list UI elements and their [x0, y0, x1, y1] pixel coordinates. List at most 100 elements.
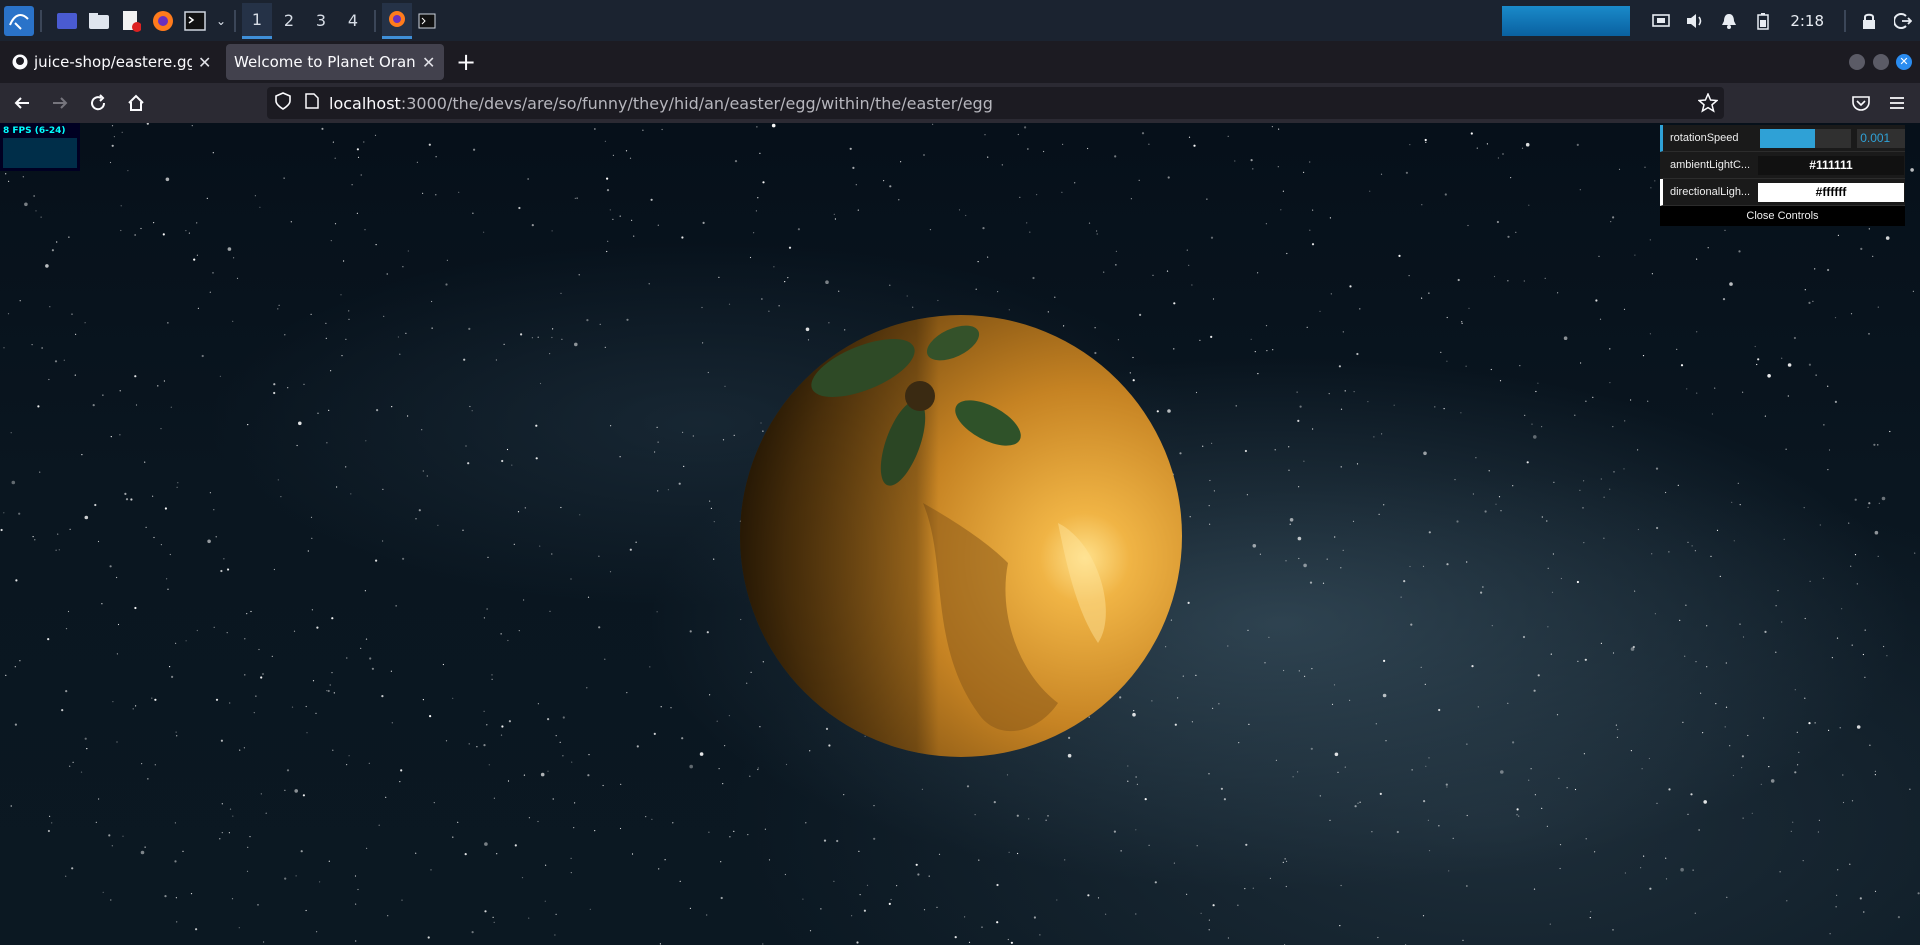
star — [1152, 274, 1154, 276]
star — [1008, 309, 1010, 311]
workspace-2[interactable]: 2 — [274, 3, 304, 39]
star — [1849, 863, 1851, 865]
star — [938, 853, 941, 855]
taskbar-terminal-window[interactable] — [412, 3, 442, 39]
volume-icon[interactable] — [1678, 0, 1712, 41]
star — [445, 740, 448, 742]
forward-button[interactable] — [42, 85, 78, 121]
star — [1148, 143, 1150, 145]
star — [336, 486, 338, 488]
star — [1558, 777, 1560, 780]
directional-light-color-input[interactable]: #ffffff — [1758, 182, 1904, 202]
chevron-down-icon[interactable]: ⌄ — [214, 8, 228, 34]
star — [3, 347, 5, 349]
new-tab-button[interactable]: + — [456, 48, 476, 76]
close-tab-icon[interactable]: ✕ — [422, 53, 435, 72]
star — [462, 529, 464, 531]
star — [778, 305, 780, 307]
kali-menu-icon[interactable] — [4, 5, 34, 36]
close-controls-button[interactable]: Close Controls — [1660, 206, 1905, 226]
ambient-light-color-input[interactable]: #111111 — [1758, 155, 1904, 175]
rotation-speed-slider[interactable] — [1759, 128, 1852, 148]
star — [57, 533, 59, 535]
bookmark-star-icon[interactable] — [1697, 92, 1719, 117]
star — [1851, 644, 1853, 646]
star — [48, 378, 50, 381]
star — [757, 197, 759, 199]
star — [109, 565, 112, 568]
firefox-icon[interactable] — [150, 8, 176, 34]
close-window-button[interactable]: ✕ — [1896, 54, 1912, 70]
star — [1026, 222, 1028, 224]
star — [1383, 504, 1385, 506]
lock-icon[interactable] — [1852, 0, 1886, 41]
star — [1877, 555, 1879, 557]
clock[interactable]: 2:18 — [1790, 12, 1824, 30]
notification-bell-icon[interactable] — [1712, 0, 1746, 41]
star — [1036, 194, 1038, 196]
reload-button[interactable] — [80, 85, 116, 121]
star — [531, 224, 534, 227]
star — [1775, 605, 1777, 607]
url-bar[interactable]: localhost:3000/the/devs/are/so/funny/the… — [267, 87, 1724, 119]
planet-orangeuz[interactable] — [738, 313, 1184, 759]
star — [1595, 299, 1598, 302]
terminal-icon[interactable] — [182, 8, 208, 34]
workspace-3[interactable]: 3 — [306, 3, 336, 39]
star — [1732, 774, 1734, 777]
workspace-1[interactable]: 1 — [242, 2, 272, 39]
back-button[interactable] — [4, 85, 40, 121]
show-desktop-icon[interactable] — [54, 8, 80, 34]
star — [325, 337, 327, 339]
star — [1803, 507, 1805, 509]
star — [196, 222, 198, 224]
star — [484, 910, 487, 913]
close-tab-icon[interactable]: ✕ — [198, 53, 211, 72]
tab-planet-orangeuz[interactable]: Welcome to Planet Orangeuz ✕ — [226, 44, 444, 80]
screen-icon[interactable] — [1644, 0, 1678, 41]
star — [1333, 684, 1336, 686]
star — [311, 609, 313, 611]
star — [415, 518, 417, 520]
star — [1127, 780, 1129, 782]
webgl-canvas[interactable]: 8 FPS (6-24) rotationSpeed 0.001 ambient… — [0, 123, 1920, 945]
fps-stats-panel[interactable]: 8 FPS (6-24) — [0, 123, 80, 171]
star — [1299, 405, 1302, 408]
page-info-icon[interactable] — [305, 93, 319, 113]
logout-icon[interactable] — [1886, 0, 1920, 41]
star — [838, 290, 840, 292]
tab-title: juice-shop/eastere.gg at — [34, 53, 192, 71]
home-button[interactable] — [118, 85, 154, 121]
star — [660, 706, 662, 708]
tab-github[interactable]: juice-shop/eastere.gg at ✕ — [4, 44, 222, 80]
battery-icon[interactable] — [1746, 0, 1780, 41]
pocket-button[interactable] — [1843, 85, 1879, 121]
minimize-window-button[interactable] — [1849, 54, 1865, 70]
workspace-4[interactable]: 4 — [338, 3, 368, 39]
rotation-speed-input[interactable]: 0.001 — [1857, 128, 1905, 148]
star — [47, 638, 50, 641]
star — [1541, 516, 1543, 518]
tab-title: Welcome to Planet Orangeuz — [234, 53, 416, 71]
menu-button[interactable] — [1879, 85, 1915, 121]
taskbar-firefox-window[interactable] — [382, 2, 412, 39]
file-manager-icon[interactable] — [86, 8, 112, 34]
star — [1349, 699, 1351, 702]
star — [468, 743, 470, 745]
star — [153, 536, 155, 539]
url-text[interactable]: localhost:3000/the/devs/are/so/funny/the… — [329, 94, 993, 113]
star — [22, 176, 24, 178]
star — [298, 421, 302, 426]
maximize-window-button[interactable] — [1873, 54, 1889, 70]
text-editor-icon[interactable] — [118, 8, 144, 34]
star — [1615, 724, 1617, 726]
star — [1246, 494, 1248, 496]
star — [239, 749, 241, 751]
star — [1878, 502, 1880, 504]
star — [1191, 721, 1193, 723]
star — [709, 500, 711, 502]
tracking-protection-shield-icon[interactable] — [275, 92, 291, 114]
star — [259, 206, 261, 208]
star — [1798, 751, 1800, 754]
star — [1245, 843, 1248, 846]
